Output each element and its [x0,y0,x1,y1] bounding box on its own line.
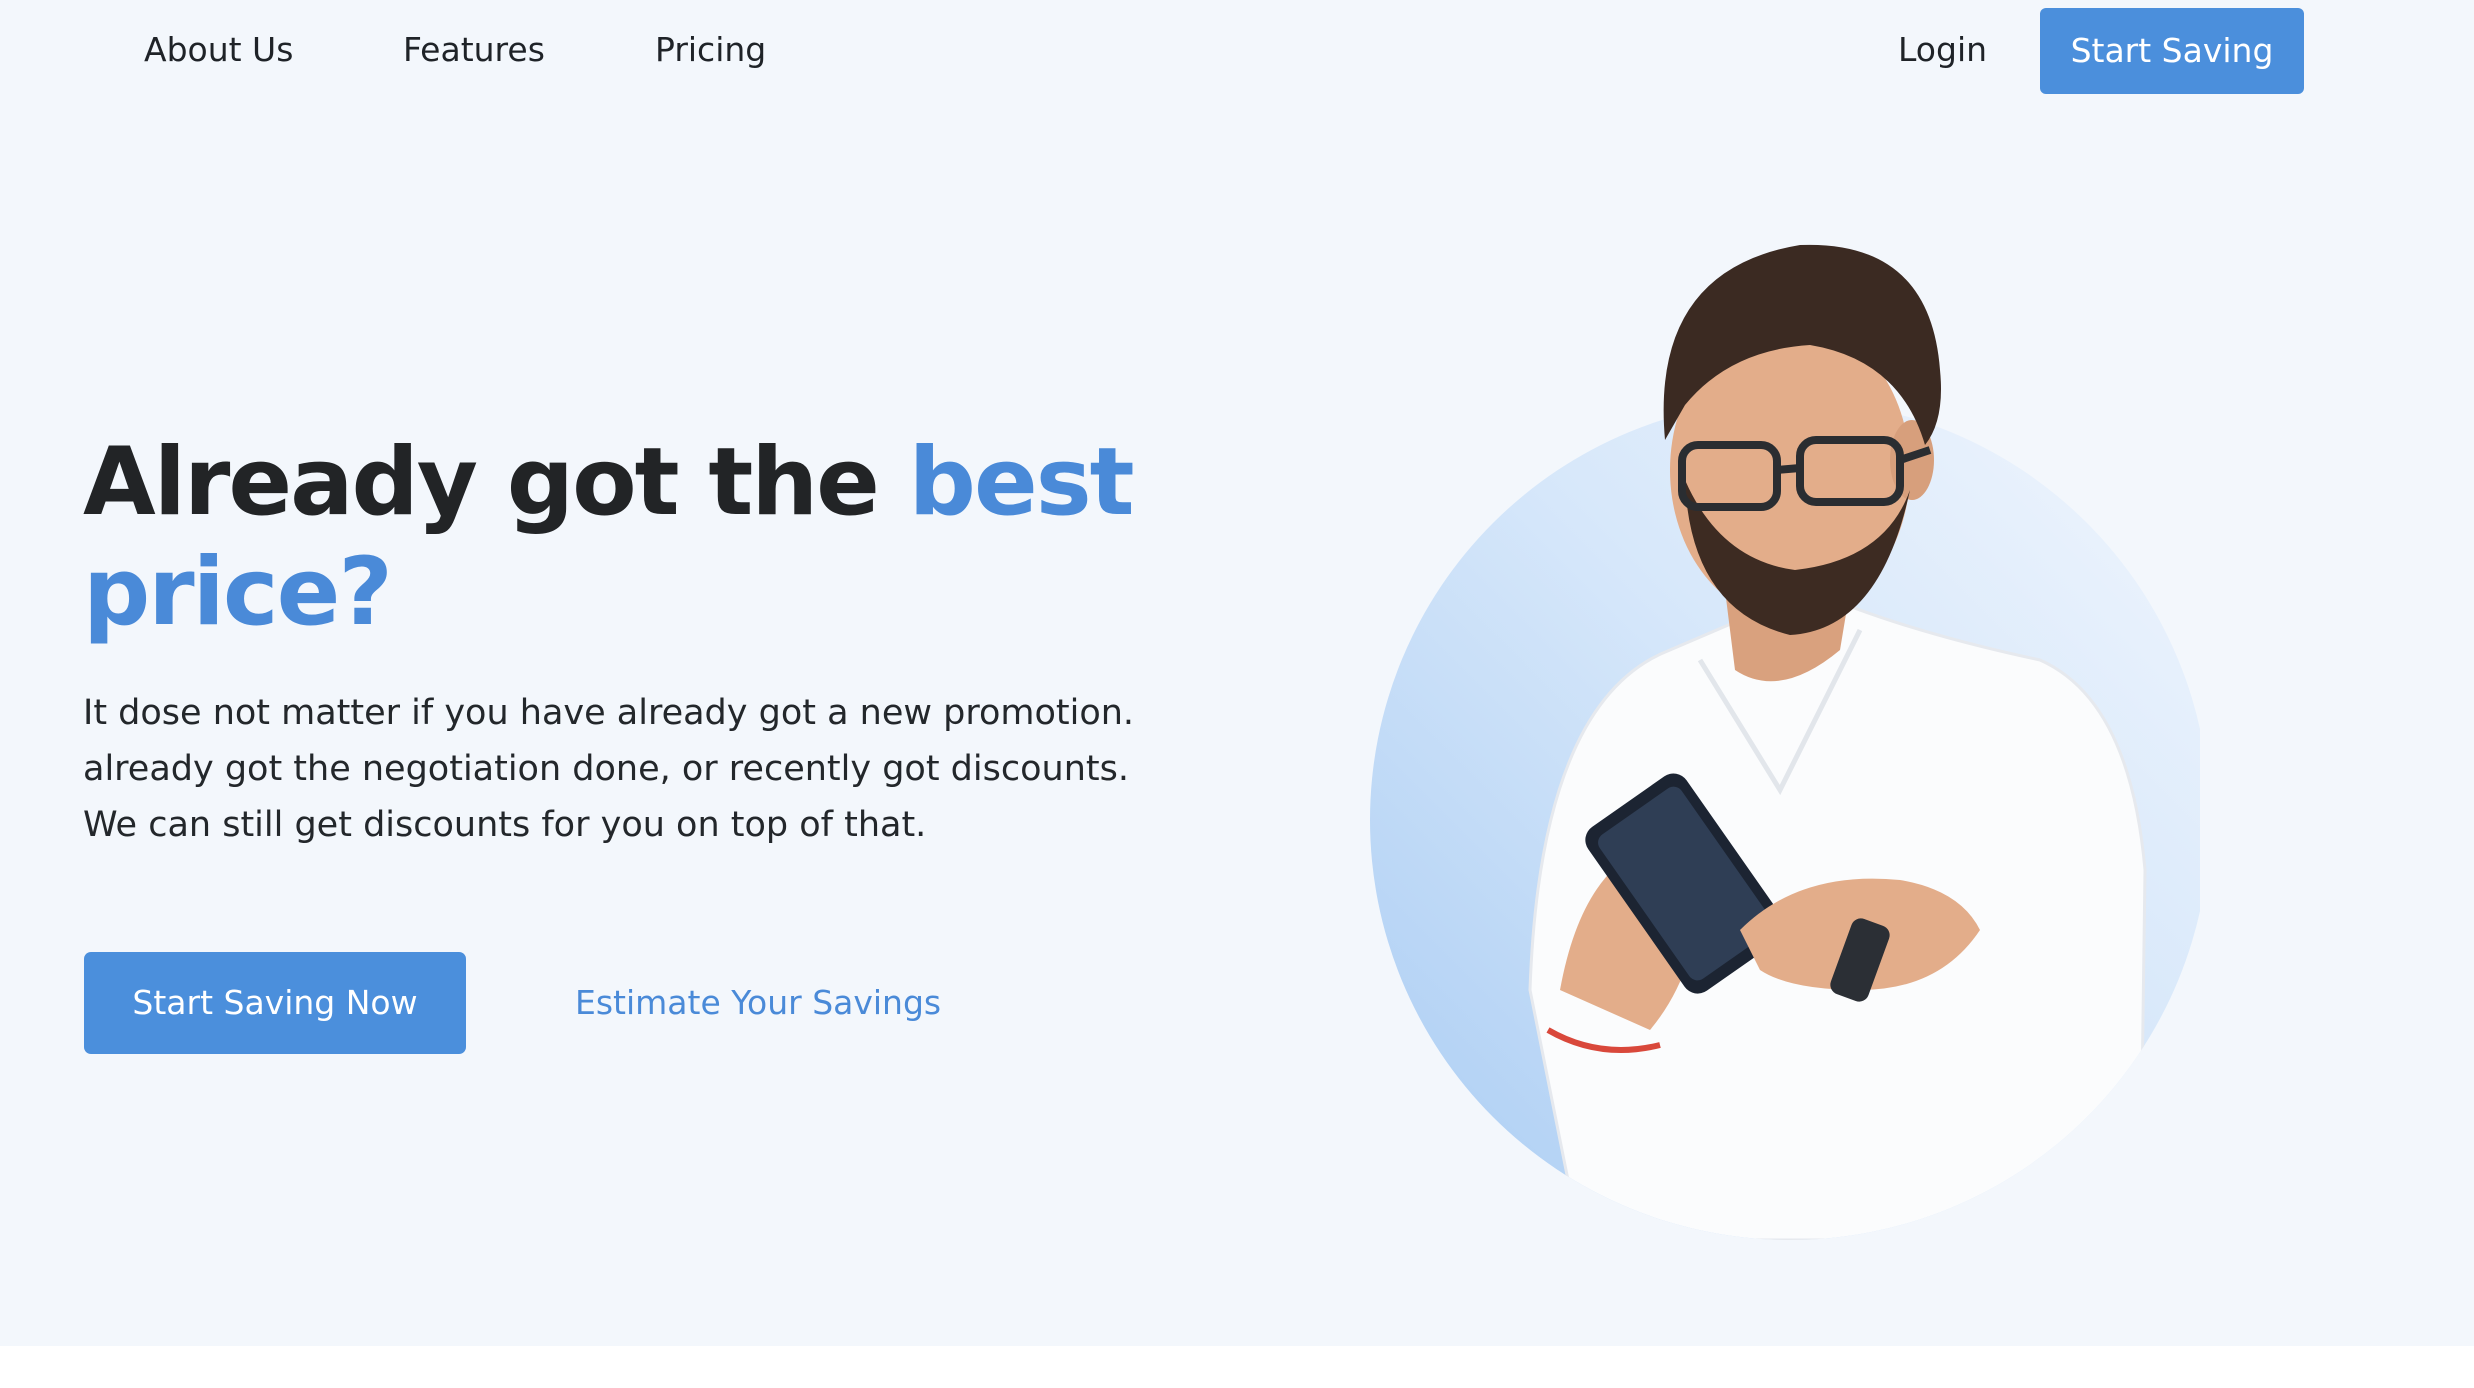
start-saving-button[interactable]: Start Saving [2040,8,2304,94]
hero-title-text: Already got the [83,428,909,537]
nav-link-features[interactable]: Features [403,24,545,76]
hero-title: Already got the best price? [83,428,1183,648]
nav-link-pricing[interactable]: Pricing [655,24,766,76]
login-link[interactable]: Login [1898,24,1987,76]
start-saving-now-button[interactable]: Start Saving Now [84,952,466,1054]
person [1528,244,2147,1240]
nav-link-about-us[interactable]: About Us [144,24,293,76]
hero-description: It dose not matter if you have already g… [83,693,1135,845]
next-section-edge [0,1346,2474,1388]
hero-page: About Us Features Pricing Login Start Sa… [0,0,2474,1346]
estimate-savings-link[interactable]: Estimate Your Savings [575,976,941,1030]
man-using-phone-illustration [1370,244,2200,1240]
